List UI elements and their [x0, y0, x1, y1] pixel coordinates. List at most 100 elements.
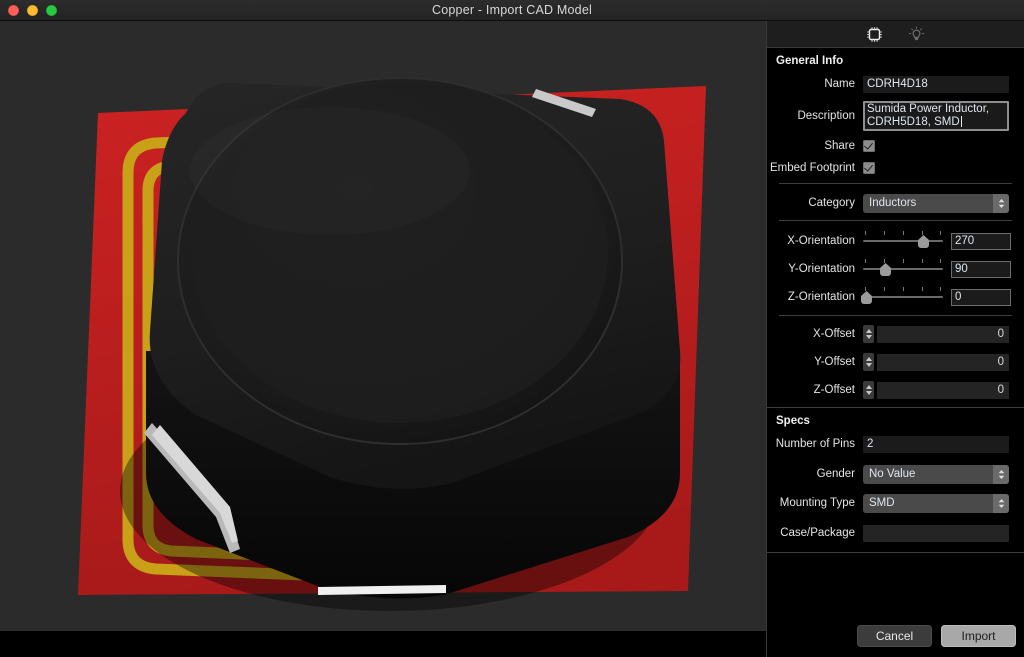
y-orientation-slider[interactable] [863, 259, 943, 279]
general-info-heading: General Info [776, 55, 844, 67]
top-highlight [190, 107, 470, 235]
y-offset-input[interactable]: 0 [877, 353, 1009, 371]
share-label: Share [824, 140, 855, 152]
slider-track [863, 240, 943, 242]
number-of-pins-input[interactable]: 2 [863, 435, 1009, 453]
gender-select[interactable]: No Value [863, 464, 1009, 484]
text-caret [960, 116, 962, 127]
category-select[interactable]: Inductors [863, 193, 1009, 213]
window-titlebar: Copper - Import CAD Model [0, 0, 1024, 21]
category-row: Category Inductors [767, 192, 1024, 214]
stepper-up-icon[interactable] [865, 357, 872, 361]
slider-track [863, 268, 943, 270]
slider-track [863, 296, 943, 298]
number-of-pins-label: Number of Pins [775, 438, 855, 450]
description-label: Description [797, 110, 855, 122]
inspector-sidebar: General Info Name CDRH4D18 Description S… [766, 21, 1024, 657]
chip-icon [867, 26, 882, 42]
x-orientation-slider[interactable] [863, 231, 943, 251]
specs-heading: Specs [776, 415, 810, 427]
y-orientation-label: Y-Orientation [788, 263, 855, 275]
window-controls [8, 0, 57, 21]
mounting-type-label: Mounting Type [779, 497, 855, 509]
chevron-updown-glyph [998, 198, 1004, 208]
stepper-down-icon[interactable] [865, 363, 872, 367]
stepper-down-icon[interactable] [865, 391, 872, 395]
stepper-up-icon[interactable] [865, 329, 872, 333]
chevron-updown-glyph [998, 469, 1004, 479]
stepper-down-icon[interactable] [865, 335, 872, 339]
z-orientation-row: Z-Orientation 0 [767, 285, 1024, 309]
x-offset-label: X-Offset [813, 328, 855, 340]
y-orientation-row: Y-Orientation 90 [767, 257, 1024, 281]
z-orientation-label: Z-Orientation [787, 291, 855, 303]
mounting-type-value: SMD [869, 496, 895, 509]
y-offset-row: Y-Offset 0 [767, 352, 1024, 372]
description-input[interactable]: Sumida Power Inductor, CDRH5D18, SMD [863, 101, 1009, 131]
close-button[interactable] [8, 5, 19, 16]
case-package-input[interactable] [863, 524, 1009, 542]
x-offset-input[interactable]: 0 [877, 325, 1009, 343]
embed-footprint-label: Embed Footprint [769, 162, 855, 174]
import-cad-model-window: Copper - Import CAD Model General Info N… [0, 0, 1024, 657]
chevron-updown-icon [993, 493, 1009, 513]
name-input[interactable]: CDRH4D18 [863, 75, 1009, 93]
inspector-tabbar [767, 21, 1024, 48]
x-orientation-label: X-Orientation [787, 235, 855, 247]
case-package-label: Case/Package [780, 527, 855, 539]
gender-row: Gender No Value [767, 463, 1024, 485]
category-label: Category [808, 197, 855, 209]
z-orientation-slider[interactable] [861, 287, 943, 307]
import-button[interactable]: Import [941, 625, 1016, 647]
mounting-type-row: Mounting Type SMD [767, 492, 1024, 514]
stepper-up-icon[interactable] [865, 385, 872, 389]
y-orientation-input[interactable]: 90 [951, 260, 1011, 278]
specs-bottom-separator [767, 552, 1024, 553]
z-offset-stepper[interactable] [863, 381, 874, 399]
y-offset-label: Y-Offset [814, 356, 855, 368]
model-viewport-3d[interactable] [0, 21, 766, 631]
case-package-row: Case/Package [767, 522, 1024, 544]
x-offset-stepper[interactable] [863, 325, 874, 343]
window-title: Copper - Import CAD Model [432, 3, 592, 17]
embed-footprint-row: Embed Footprint [767, 159, 1024, 177]
share-checkbox[interactable] [863, 140, 875, 152]
cad-model-render [0, 21, 766, 631]
z-offset-input[interactable]: 0 [877, 381, 1009, 399]
embed-footprint-checkbox[interactable] [863, 162, 875, 174]
lightbulb-tab[interactable] [904, 23, 930, 45]
inspector-panel: General Info Name CDRH4D18 Description S… [767, 48, 1024, 631]
lightbulb-icon [908, 26, 925, 40]
share-row: Share [767, 137, 1024, 155]
description-row: Description Sumida Power Inductor, CDRH5… [767, 101, 1024, 131]
chevron-updown-icon [993, 193, 1009, 213]
chevron-updown-icon [993, 464, 1009, 484]
description-text: Sumida Power Inductor, CDRH5D18, SMD [867, 103, 990, 128]
slider-ticks [863, 259, 943, 265]
gender-value: No Value [869, 467, 916, 480]
cancel-button[interactable]: Cancel [857, 625, 932, 647]
divider-2 [779, 220, 1012, 221]
z-orientation-input[interactable]: 0 [951, 288, 1011, 306]
mounting-type-select[interactable]: SMD [863, 493, 1009, 513]
name-label: Name [824, 78, 855, 90]
x-orientation-input[interactable]: 270 [951, 232, 1011, 250]
divider-3 [779, 315, 1012, 316]
zoom-button[interactable] [46, 5, 57, 16]
z-offset-label: Z-Offset [813, 384, 855, 396]
name-row: Name CDRH4D18 [767, 73, 1024, 95]
x-offset-row: X-Offset 0 [767, 324, 1024, 344]
category-value: Inductors [869, 196, 917, 209]
slider-ticks [863, 231, 943, 237]
viewport-bottom-bar [0, 631, 766, 657]
divider-1 [779, 183, 1012, 184]
dialog-footer: Cancel Import [766, 625, 1024, 657]
y-offset-stepper[interactable] [863, 353, 874, 371]
gender-label: Gender [816, 468, 855, 480]
minimize-button[interactable] [27, 5, 38, 16]
x-orientation-row: X-Orientation 270 [767, 229, 1024, 253]
z-offset-row: Z-Offset 0 [767, 380, 1024, 400]
chevron-updown-glyph [998, 498, 1004, 508]
slider-ticks [863, 287, 943, 293]
chip-tab[interactable] [862, 23, 888, 45]
